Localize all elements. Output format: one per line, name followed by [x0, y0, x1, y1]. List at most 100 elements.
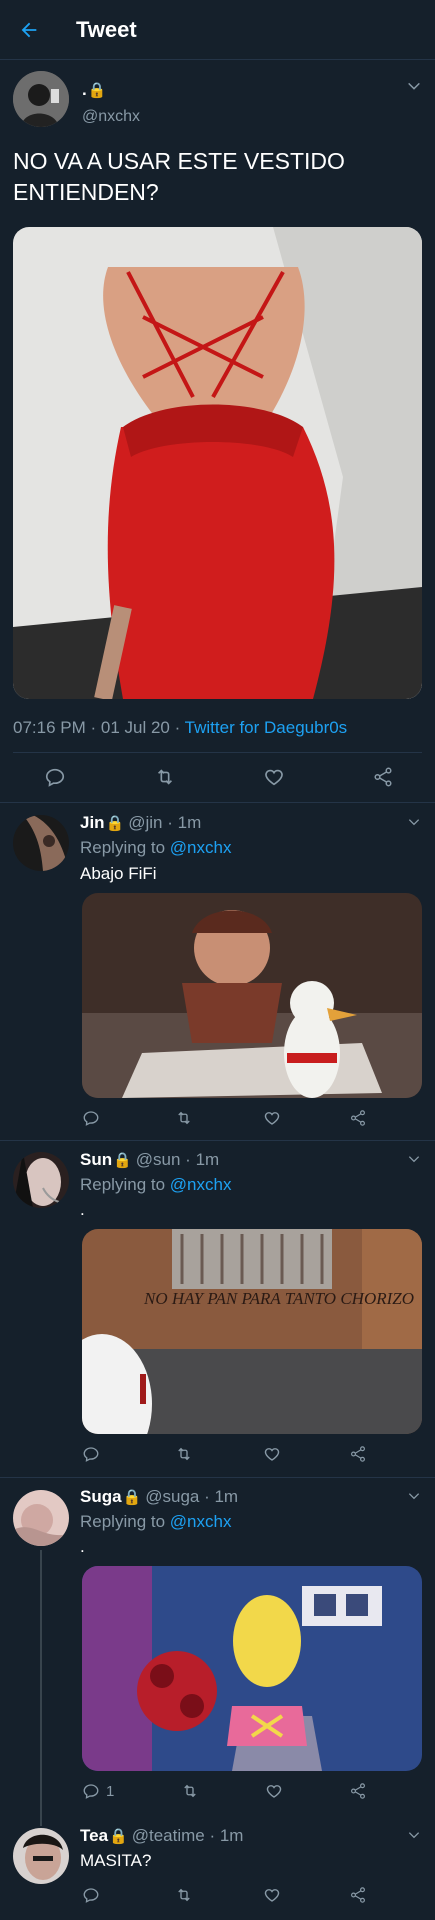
lock-icon: 🔒: [122, 1489, 142, 1506]
time-date: 07:16 PM · 01 Jul 20 ·: [13, 718, 185, 737]
replying-to: Replying to @nxchx: [80, 1512, 231, 1532]
reply-icon: [45, 768, 65, 787]
like-button[interactable]: [263, 1445, 281, 1463]
retweet-button[interactable]: [174, 1886, 194, 1904]
reply-handle-link[interactable]: @nxchx: [170, 1512, 232, 1531]
avatar[interactable]: [13, 1152, 69, 1208]
heart-icon: [267, 1785, 282, 1798]
display-name: Jin: [80, 813, 105, 832]
heart-icon: [264, 1889, 279, 1902]
handle-time: @sun · 1m: [135, 1150, 220, 1169]
reply-media[interactable]: NO HAY PAN PARA TANTO CHORIZO: [82, 1229, 422, 1434]
tweet-photo[interactable]: [13, 227, 422, 699]
replying-to-label: Replying to: [80, 838, 170, 857]
share-button[interactable]: [349, 1109, 367, 1127]
page-title: Tweet: [76, 16, 137, 42]
reply-author[interactable]: Sun 🔒 @sun · 1m: [80, 1150, 219, 1170]
chevron-down-icon[interactable]: [406, 78, 422, 99]
like-button[interactable]: [263, 1109, 281, 1127]
heart-icon: [265, 769, 284, 786]
share-icon: [351, 1110, 365, 1126]
chevron-down-icon[interactable]: [407, 1828, 421, 1847]
heart-icon: [264, 1112, 279, 1125]
tweet-text-line1: NO VA A USAR ESTE VESTIDO: [13, 148, 345, 174]
reply-button[interactable]: [44, 766, 66, 788]
author-name[interactable]: . 🔒: [82, 80, 106, 100]
display-name: .: [82, 80, 87, 99]
reply-actions: [82, 1443, 367, 1465]
reply-count: 1: [106, 1782, 115, 1800]
share-icon: [351, 1783, 365, 1799]
divider: [0, 1477, 435, 1478]
tweet-timestamp: 07:16 PM · 01 Jul 20 · Twitter for Daegu…: [13, 718, 347, 738]
reply-media[interactable]: [82, 1566, 422, 1771]
handle-time: @teatime · 1m: [131, 1826, 244, 1845]
chevron-down-icon[interactable]: [407, 1152, 421, 1171]
retweet-icon: [157, 769, 172, 785]
reply-icon: [83, 1888, 99, 1903]
share-icon: [351, 1446, 365, 1462]
replying-to: Replying to @nxchx: [80, 1175, 231, 1195]
arrow-left-icon: [21, 22, 37, 37]
handle-time: @suga · 1m: [145, 1487, 239, 1506]
like-button[interactable]: [263, 1886, 281, 1904]
divider: [13, 752, 422, 753]
reply-author[interactable]: Tea 🔒 @teatime · 1m: [80, 1826, 243, 1846]
lock-icon: 🔒: [113, 1152, 132, 1169]
divider: [0, 802, 435, 803]
avatar[interactable]: [13, 71, 69, 127]
replying-to-label: Replying to: [80, 1175, 170, 1194]
lock-icon: 🔒: [87, 82, 107, 99]
reply-actions: [82, 1107, 367, 1129]
chevron-down-icon[interactable]: [407, 815, 421, 834]
retweet-icon: [184, 1784, 196, 1798]
tweet-text-line2: ENTIENDEN?: [13, 179, 159, 205]
reply-button[interactable]: [82, 1109, 106, 1127]
retweet-icon: [178, 1447, 191, 1461]
back-button[interactable]: [0, 0, 58, 60]
like-button[interactable]: [263, 766, 285, 788]
avatar[interactable]: [13, 815, 69, 871]
avatar[interactable]: [13, 1828, 69, 1884]
retweet-button[interactable]: [153, 766, 177, 788]
chevron-down-icon[interactable]: [407, 1489, 421, 1508]
reply-author[interactable]: Suga 🔒 @suga · 1m: [80, 1487, 238, 1507]
display-name: Suga: [80, 1487, 122, 1506]
author-handle[interactable]: @nxchx: [82, 108, 140, 126]
display-name: Tea: [80, 1826, 109, 1845]
reply-text: MASITA?: [80, 1851, 152, 1870]
retweet-button[interactable]: [180, 1782, 200, 1800]
reply-handle-link[interactable]: @nxchx: [170, 1175, 232, 1194]
share-button[interactable]: [372, 766, 394, 788]
source-link[interactable]: Twitter for Daegubr0s: [185, 718, 348, 737]
avatar[interactable]: [13, 1490, 69, 1546]
handle-time: @jin · 1m: [128, 813, 202, 832]
share-icon: [374, 767, 392, 787]
reply-icon: [83, 1784, 99, 1799]
share-button[interactable]: [349, 1886, 367, 1904]
retweet-button[interactable]: [174, 1109, 194, 1127]
reply-actions: [82, 1884, 367, 1906]
reply-text: .: [80, 1537, 85, 1556]
top-bar: Tweet: [0, 0, 435, 60]
reply-button[interactable]: [82, 1886, 106, 1904]
reply-icon: [83, 1447, 99, 1462]
reply-handle-link[interactable]: @nxchx: [170, 838, 232, 857]
share-button[interactable]: [349, 1782, 367, 1800]
thread-line: [40, 1550, 42, 1826]
replying-to: Replying to @nxchx: [80, 838, 231, 858]
reply-author[interactable]: Jin 🔒 @jin · 1m: [80, 813, 201, 833]
retweet-icon: [178, 1111, 191, 1125]
reply-text: .: [80, 1200, 85, 1219]
heart-icon: [264, 1448, 279, 1461]
lock-icon: 🔒: [109, 1828, 128, 1845]
retweet-button[interactable]: [174, 1445, 194, 1463]
reply-button[interactable]: [82, 1445, 106, 1463]
like-button[interactable]: [265, 1782, 283, 1800]
reply-icon: [83, 1111, 99, 1126]
share-button[interactable]: [349, 1445, 367, 1463]
reply-media[interactable]: [82, 893, 422, 1098]
reply-button[interactable]: 1: [82, 1782, 114, 1800]
display-name: Sun: [80, 1150, 113, 1169]
reply-text: Abajo FiFi: [80, 864, 157, 883]
